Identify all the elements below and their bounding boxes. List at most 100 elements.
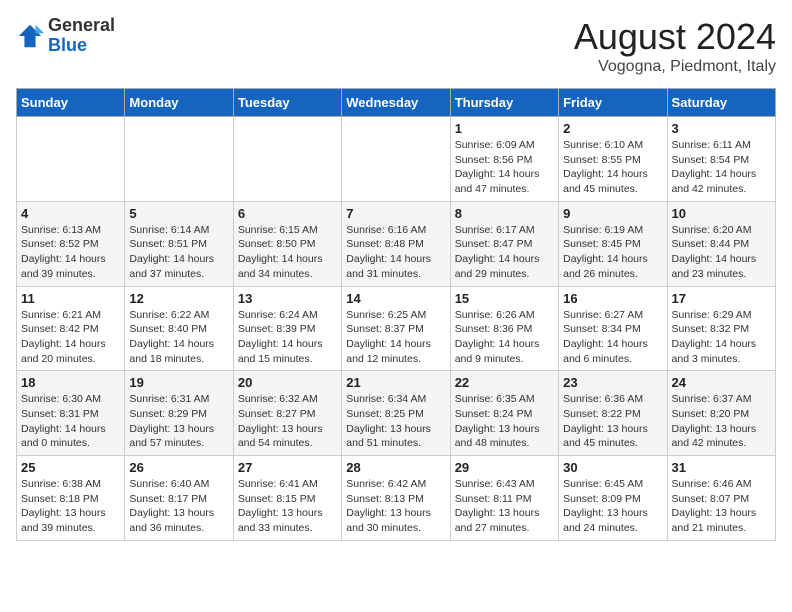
location-title: Vogogna, Piedmont, Italy <box>574 58 776 76</box>
calendar-cell: 5 Sunrise: 6:14 AM Sunset: 8:51 PM Daylig… <box>125 201 233 286</box>
calendar-cell <box>233 117 341 202</box>
day-info: Sunrise: 6:35 AM Sunset: 8:24 PM Dayligh… <box>455 392 554 451</box>
day-info: Sunrise: 6:09 AM Sunset: 8:56 PM Dayligh… <box>455 138 554 197</box>
day-info: Sunrise: 6:31 AM Sunset: 8:29 PM Dayligh… <box>129 392 228 451</box>
day-number: 5 <box>129 206 228 221</box>
calendar-week-row: 1 Sunrise: 6:09 AM Sunset: 8:56 PM Daylig… <box>17 117 776 202</box>
weekday-header: Tuesday <box>233 89 341 117</box>
logo-general-text: General <box>48 16 115 36</box>
calendar-cell: 25 Sunrise: 6:38 AM Sunset: 8:18 PM Dayli… <box>17 456 125 541</box>
weekday-header: Thursday <box>450 89 558 117</box>
calendar-cell: 17 Sunrise: 6:29 AM Sunset: 8:32 PM Dayli… <box>667 286 775 371</box>
day-number: 17 <box>672 291 771 306</box>
day-number: 1 <box>455 121 554 136</box>
weekday-header: Saturday <box>667 89 775 117</box>
calendar-cell: 24Sunrise: 6:37 AM Sunset: 8:20 PM Dayli… <box>667 371 775 456</box>
calendar-cell: 26 Sunrise: 6:40 AM Sunset: 8:17 PM Dayli… <box>125 456 233 541</box>
day-info: Sunrise: 6:15 AM Sunset: 8:50 PM Dayligh… <box>238 223 337 282</box>
calendar-cell: 7Sunrise: 6:16 AM Sunset: 8:48 PM Daylig… <box>342 201 450 286</box>
day-info: Sunrise: 6:41 AM Sunset: 8:15 PM Dayligh… <box>238 477 337 536</box>
calendar-cell <box>125 117 233 202</box>
calendar-cell: 21 Sunrise: 6:34 AM Sunset: 8:25 PM Dayli… <box>342 371 450 456</box>
day-number: 28 <box>346 460 445 475</box>
day-number: 30 <box>563 460 662 475</box>
calendar-cell: 20 Sunrise: 6:32 AM Sunset: 8:27 PM Dayli… <box>233 371 341 456</box>
calendar-cell: 2Sunrise: 6:10 AM Sunset: 8:55 PM Daylig… <box>559 117 667 202</box>
page-header: General Blue August 2024 Vogogna, Piedmo… <box>16 16 776 76</box>
day-info: Sunrise: 6:26 AM Sunset: 8:36 PM Dayligh… <box>455 308 554 367</box>
day-info: Sunrise: 6:11 AM Sunset: 8:54 PM Dayligh… <box>672 138 771 197</box>
day-number: 19 <box>129 375 228 390</box>
day-info: Sunrise: 6:38 AM Sunset: 8:18 PM Dayligh… <box>21 477 120 536</box>
calendar-cell: 14Sunrise: 6:25 AM Sunset: 8:37 PM Dayli… <box>342 286 450 371</box>
day-number: 9 <box>563 206 662 221</box>
day-number: 11 <box>21 291 120 306</box>
day-info: Sunrise: 6:30 AM Sunset: 8:31 PM Dayligh… <box>21 392 120 451</box>
month-title: August 2024 <box>574 16 776 58</box>
day-number: 27 <box>238 460 337 475</box>
calendar-cell: 10 Sunrise: 6:20 AM Sunset: 8:44 PM Dayli… <box>667 201 775 286</box>
calendar-cell <box>17 117 125 202</box>
calendar-cell: 12 Sunrise: 6:22 AM Sunset: 8:40 PM Dayli… <box>125 286 233 371</box>
calendar-cell: 31 Sunrise: 6:46 AM Sunset: 8:07 PM Dayli… <box>667 456 775 541</box>
day-info: Sunrise: 6:46 AM Sunset: 8:07 PM Dayligh… <box>672 477 771 536</box>
day-number: 21 <box>346 375 445 390</box>
calendar-cell: 30 Sunrise: 6:45 AM Sunset: 8:09 PM Dayli… <box>559 456 667 541</box>
calendar-cell: 16Sunrise: 6:27 AM Sunset: 8:34 PM Dayli… <box>559 286 667 371</box>
day-info: Sunrise: 6:14 AM Sunset: 8:51 PM Dayligh… <box>129 223 228 282</box>
calendar-cell: 29 Sunrise: 6:43 AM Sunset: 8:11 PM Dayli… <box>450 456 558 541</box>
day-number: 15 <box>455 291 554 306</box>
day-info: Sunrise: 6:37 AM Sunset: 8:20 PM Dayligh… <box>672 392 771 451</box>
calendar-table: SundayMondayTuesdayWednesdayThursdayFrid… <box>16 88 776 541</box>
day-info: Sunrise: 6:40 AM Sunset: 8:17 PM Dayligh… <box>129 477 228 536</box>
day-number: 25 <box>21 460 120 475</box>
day-number: 22 <box>455 375 554 390</box>
calendar-cell: 18 Sunrise: 6:30 AM Sunset: 8:31 PM Dayli… <box>17 371 125 456</box>
day-number: 8 <box>455 206 554 221</box>
day-info: Sunrise: 6:24 AM Sunset: 8:39 PM Dayligh… <box>238 308 337 367</box>
day-info: Sunrise: 6:42 AM Sunset: 8:13 PM Dayligh… <box>346 477 445 536</box>
calendar-cell: 15 Sunrise: 6:26 AM Sunset: 8:36 PM Dayli… <box>450 286 558 371</box>
day-info: Sunrise: 6:43 AM Sunset: 8:11 PM Dayligh… <box>455 477 554 536</box>
day-number: 10 <box>672 206 771 221</box>
calendar-cell <box>342 117 450 202</box>
day-number: 3 <box>672 121 771 136</box>
calendar-week-row: 4 Sunrise: 6:13 AM Sunset: 8:52 PM Daylig… <box>17 201 776 286</box>
calendar-cell: 4 Sunrise: 6:13 AM Sunset: 8:52 PM Daylig… <box>17 201 125 286</box>
day-number: 20 <box>238 375 337 390</box>
calendar-cell: 28 Sunrise: 6:42 AM Sunset: 8:13 PM Dayli… <box>342 456 450 541</box>
calendar-cell: 1 Sunrise: 6:09 AM Sunset: 8:56 PM Daylig… <box>450 117 558 202</box>
day-info: Sunrise: 6:19 AM Sunset: 8:45 PM Dayligh… <box>563 223 662 282</box>
day-info: Sunrise: 6:36 AM Sunset: 8:22 PM Dayligh… <box>563 392 662 451</box>
calendar-week-row: 18 Sunrise: 6:30 AM Sunset: 8:31 PM Dayli… <box>17 371 776 456</box>
day-info: Sunrise: 6:16 AM Sunset: 8:48 PM Dayligh… <box>346 223 445 282</box>
day-info: Sunrise: 6:17 AM Sunset: 8:47 PM Dayligh… <box>455 223 554 282</box>
calendar-cell: 23Sunrise: 6:36 AM Sunset: 8:22 PM Dayli… <box>559 371 667 456</box>
calendar-cell: 22 Sunrise: 6:35 AM Sunset: 8:24 PM Dayli… <box>450 371 558 456</box>
title-area: August 2024 Vogogna, Piedmont, Italy <box>574 16 776 76</box>
day-info: Sunrise: 6:34 AM Sunset: 8:25 PM Dayligh… <box>346 392 445 451</box>
calendar-cell: 11Sunrise: 6:21 AM Sunset: 8:42 PM Dayli… <box>17 286 125 371</box>
calendar-cell: 8 Sunrise: 6:17 AM Sunset: 8:47 PM Daylig… <box>450 201 558 286</box>
day-info: Sunrise: 6:27 AM Sunset: 8:34 PM Dayligh… <box>563 308 662 367</box>
weekday-header-row: SundayMondayTuesdayWednesdayThursdayFrid… <box>17 89 776 117</box>
day-info: Sunrise: 6:32 AM Sunset: 8:27 PM Dayligh… <box>238 392 337 451</box>
day-number: 26 <box>129 460 228 475</box>
calendar-cell: 19 Sunrise: 6:31 AM Sunset: 8:29 PM Dayli… <box>125 371 233 456</box>
day-number: 4 <box>21 206 120 221</box>
day-info: Sunrise: 6:20 AM Sunset: 8:44 PM Dayligh… <box>672 223 771 282</box>
day-info: Sunrise: 6:29 AM Sunset: 8:32 PM Dayligh… <box>672 308 771 367</box>
weekday-header: Wednesday <box>342 89 450 117</box>
day-info: Sunrise: 6:10 AM Sunset: 8:55 PM Dayligh… <box>563 138 662 197</box>
day-info: Sunrise: 6:45 AM Sunset: 8:09 PM Dayligh… <box>563 477 662 536</box>
day-number: 18 <box>21 375 120 390</box>
day-number: 12 <box>129 291 228 306</box>
calendar-cell: 6Sunrise: 6:15 AM Sunset: 8:50 PM Daylig… <box>233 201 341 286</box>
day-info: Sunrise: 6:22 AM Sunset: 8:40 PM Dayligh… <box>129 308 228 367</box>
day-info: Sunrise: 6:13 AM Sunset: 8:52 PM Dayligh… <box>21 223 120 282</box>
calendar-cell: 13Sunrise: 6:24 AM Sunset: 8:39 PM Dayli… <box>233 286 341 371</box>
calendar-cell: 27 Sunrise: 6:41 AM Sunset: 8:15 PM Dayli… <box>233 456 341 541</box>
day-number: 31 <box>672 460 771 475</box>
day-number: 14 <box>346 291 445 306</box>
day-number: 29 <box>455 460 554 475</box>
